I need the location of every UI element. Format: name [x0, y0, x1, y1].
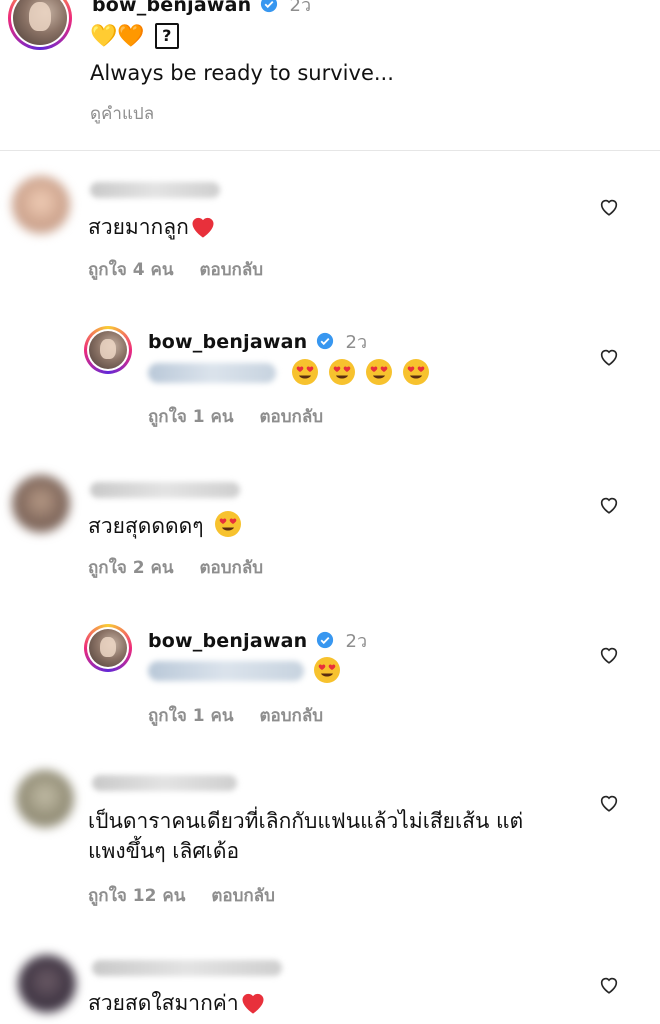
reply-avatar[interactable]: [84, 326, 132, 374]
reply-meta: ถูกใจ 1 คน ตอบกลับ: [148, 403, 349, 430]
like-heart-icon[interactable]: [598, 494, 620, 516]
comment-avatar[interactable]: [12, 475, 70, 533]
post-caption-emojis: 💛🧡 ?: [90, 22, 179, 52]
reply-button[interactable]: ตอบกลับ: [260, 706, 324, 726]
comment-avatar[interactable]: [18, 955, 76, 1013]
comment-body: สวยมากลูก: [88, 215, 189, 239]
heart-eyes-emoji: [366, 359, 393, 385]
likes-count[interactable]: ถูกใจ 2 คน: [88, 558, 174, 578]
heart-eyes-emoji: [292, 359, 319, 385]
reply-text: [148, 358, 430, 386]
post-caption: Always be ready to survive...: [90, 61, 394, 85]
mention-link[interactable]: [148, 363, 276, 383]
translate-link[interactable]: ดูคำแปล: [90, 100, 154, 127]
likes-count[interactable]: ถูกใจ 4 คน: [88, 260, 174, 280]
comment-body: สวยสุดดดดๆ: [88, 514, 204, 538]
reply-username[interactable]: bow_benjawan: [148, 630, 307, 652]
post-author-avatar[interactable]: [8, 0, 72, 50]
heart-eyes-emoji: [215, 511, 242, 537]
heart-emojis: 💛🧡: [90, 24, 145, 49]
reply-avatar[interactable]: [84, 624, 132, 672]
red-heart-emoji: [192, 217, 214, 238]
comment-text: สวยสุดดดดๆ: [88, 510, 242, 541]
verified-icon: [317, 332, 334, 350]
comment-avatar[interactable]: [16, 770, 74, 828]
reply-time: 2ว: [345, 332, 368, 353]
reply-button[interactable]: ตอบกลับ: [200, 260, 264, 280]
like-heart-icon[interactable]: [598, 644, 620, 666]
likes-count[interactable]: ถูกใจ 1 คน: [148, 706, 234, 726]
reply-button[interactable]: ตอบกลับ: [260, 407, 324, 427]
reply-button[interactable]: ตอบกลับ: [200, 558, 264, 578]
comment-body-line: เป็นดาราคนเดียวที่เลิกกับแฟนแล้วไม่เสียเ…: [88, 809, 524, 833]
heart-eyes-emoji: [314, 657, 341, 683]
heart-eyes-emoji-row: [287, 359, 430, 385]
comment-body-line: แพงขึ้นๆ เลิศเด้อ: [88, 839, 240, 863]
like-heart-icon[interactable]: [598, 346, 620, 368]
comment-username[interactable]: [92, 960, 282, 976]
reply-text: [148, 656, 341, 684]
comment-meta: ถูกใจ 4 คน ตอบกลับ: [88, 256, 289, 283]
comment-username[interactable]: [90, 182, 220, 198]
heart-eyes-emoji: [329, 359, 356, 385]
unknown-emoji-box: ?: [154, 23, 179, 49]
reply-time: 2ว: [345, 631, 368, 652]
comment-meta: ถูกใจ 12 คน ตอบกลับ: [88, 882, 301, 909]
reply-button[interactable]: ตอบกลับ: [211, 886, 275, 906]
like-heart-icon[interactable]: [598, 974, 620, 996]
reply-header: bow_benjawan 2ว: [148, 327, 367, 356]
comment-text: เป็นดาราคนเดียวที่เลิกกับแฟนแล้วไม่เสียเ…: [88, 806, 568, 866]
likes-count[interactable]: ถูกใจ 12 คน: [88, 886, 185, 906]
comment-username[interactable]: [92, 775, 237, 791]
like-heart-icon[interactable]: [598, 196, 620, 218]
post-author-header: bow_benjawan 2ว: [92, 0, 311, 19]
comment-text: สวยมากลูก: [88, 212, 217, 242]
reply-username[interactable]: bow_benjawan: [148, 331, 307, 353]
comment-username[interactable]: [90, 482, 240, 498]
post-username[interactable]: bow_benjawan: [92, 0, 251, 16]
divider: [0, 150, 660, 151]
comment-body: สวยสดใสมากค่า: [88, 991, 239, 1015]
comment-text: สวยสดใสมากค่า: [88, 988, 267, 1018]
post-time: 2ว: [289, 0, 312, 16]
reply-meta: ถูกใจ 1 คน ตอบกลับ: [148, 702, 349, 729]
mention-link[interactable]: [148, 661, 304, 681]
verified-icon: [317, 631, 334, 649]
comment-avatar[interactable]: [12, 176, 70, 234]
likes-count[interactable]: ถูกใจ 1 คน: [148, 407, 234, 427]
verified-icon: [261, 0, 278, 13]
reply-header: bow_benjawan 2ว: [148, 626, 367, 655]
red-heart-emoji: [242, 993, 264, 1014]
like-heart-icon[interactable]: [598, 792, 620, 814]
comment-meta: ถูกใจ 2 คน ตอบกลับ: [88, 554, 289, 581]
heart-eyes-emoji: [403, 359, 430, 385]
